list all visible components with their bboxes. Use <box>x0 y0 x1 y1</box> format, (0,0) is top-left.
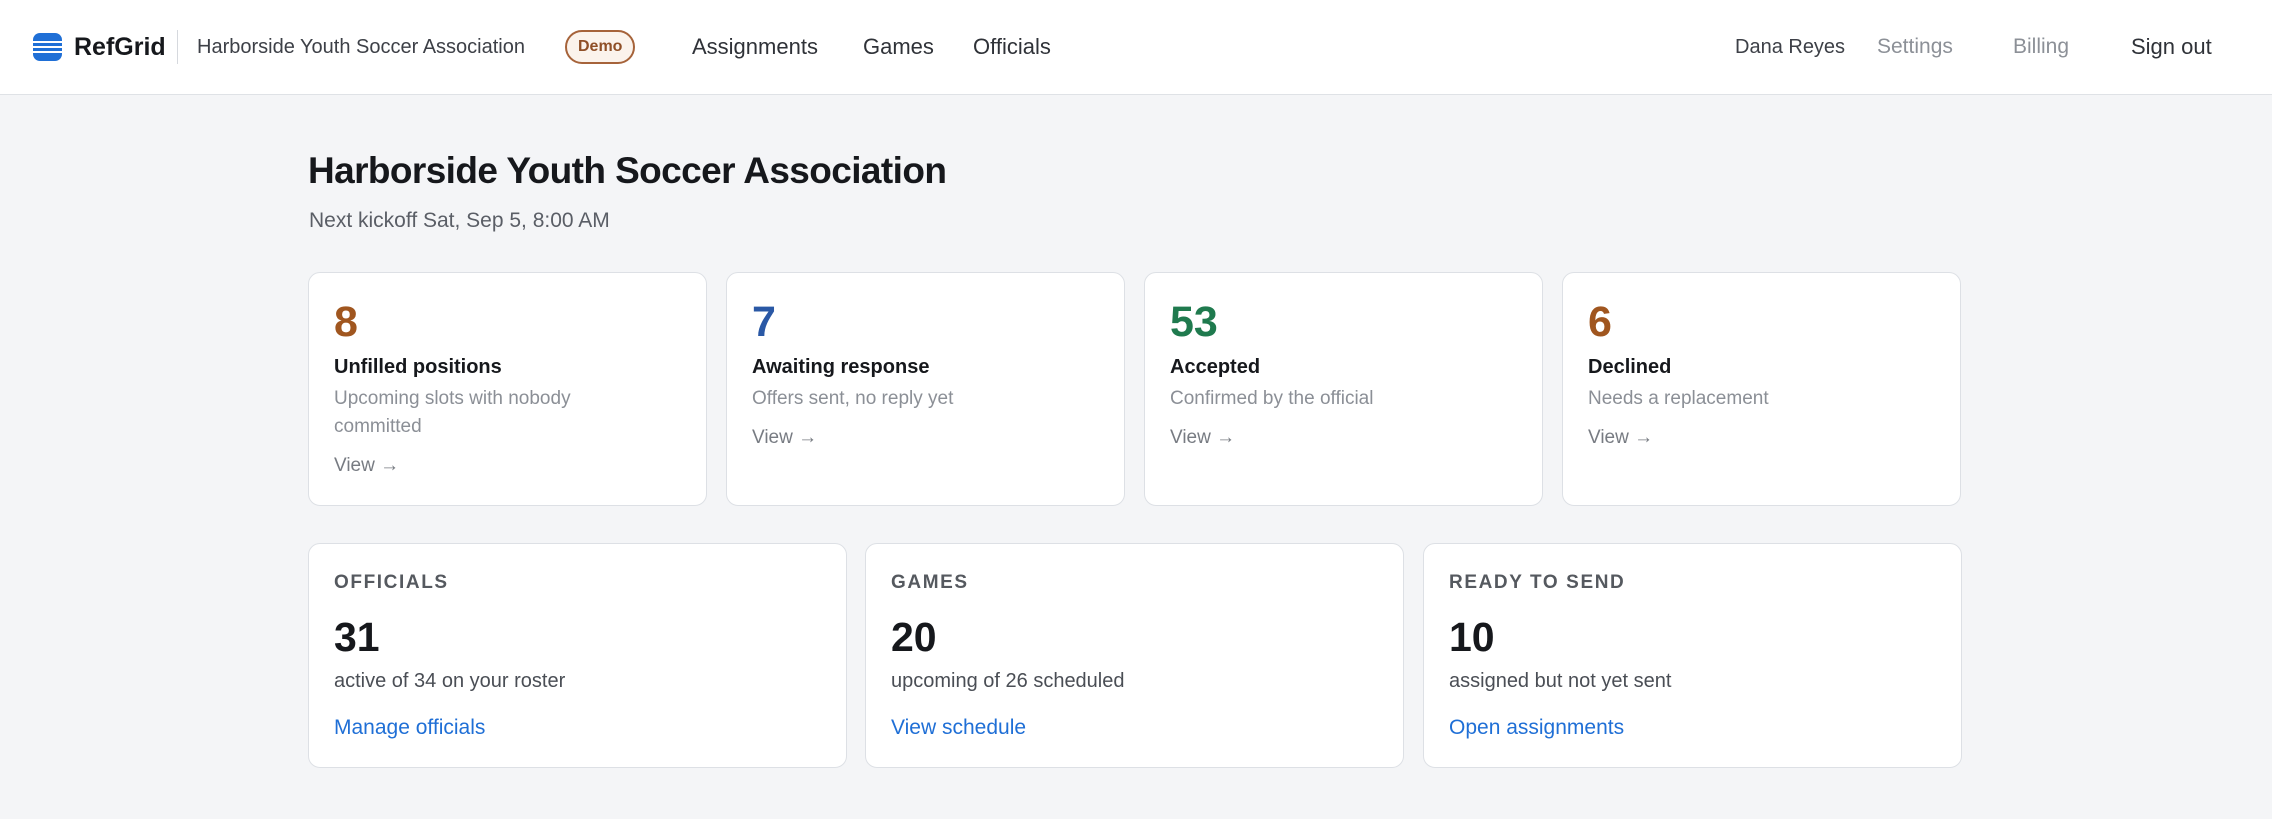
view-declined-link[interactable]: View → <box>1588 425 1653 451</box>
stat-label: Awaiting response <box>752 356 930 378</box>
stat-value: 8 <box>334 298 358 346</box>
summary-description: upcoming of 26 scheduled <box>891 670 1125 692</box>
stat-label: Declined <box>1588 356 1672 378</box>
stat-value: 53 <box>1170 298 1218 346</box>
next-kickoff-text: Next kickoff Sat, Sep 5, 8:00 AM <box>309 209 610 232</box>
top-navigation-bar: RefGrid Harborside Youth Soccer Associat… <box>0 0 2272 95</box>
summary-value: 31 <box>334 614 380 660</box>
stat-label: Accepted <box>1170 356 1261 378</box>
sign-out-button[interactable]: Sign out <box>2131 33 2212 61</box>
stat-description: Offers sent, no reply yet <box>752 388 954 409</box>
stat-description: Upcoming slots with nobody committed <box>334 388 571 437</box>
brand-divider <box>177 30 178 64</box>
view-schedule-link[interactable]: View schedule <box>891 714 1026 742</box>
summary-description: assigned but not yet sent <box>1449 670 1672 692</box>
user-name: Dana Reyes <box>1735 36 1846 58</box>
stat-description: Needs a replacement <box>1588 388 1769 409</box>
stat-card-awaiting: 7 Awaiting response Offers sent, no repl… <box>726 272 1125 506</box>
demo-badge: Demo <box>565 30 636 64</box>
manage-officials-link[interactable]: Manage officials <box>334 714 485 742</box>
nav-officials[interactable]: Officials <box>973 33 1051 61</box>
summary-heading: READY TO SEND <box>1449 572 1626 593</box>
summary-card-officials: OFFICIALS 31 active of 34 on your roster… <box>308 543 847 768</box>
billing-link[interactable]: Billing <box>2013 33 2069 61</box>
stat-description: Confirmed by the official <box>1170 388 1374 409</box>
view-awaiting-link[interactable]: View → <box>752 425 817 451</box>
nav-games[interactable]: Games <box>863 33 934 61</box>
open-assignments-link[interactable]: Open assignments <box>1449 714 1624 742</box>
page-title: Harborside Youth Soccer Association <box>308 150 947 191</box>
organization-name: Harborside Youth Soccer Association <box>197 36 525 58</box>
stat-value: 7 <box>752 298 776 346</box>
stat-card-declined: 6 Declined Needs a replacement View → <box>1562 272 1961 506</box>
stat-card-accepted: 53 Accepted Confirmed by the official Vi… <box>1144 272 1543 506</box>
stat-label: Unfilled positions <box>334 356 502 378</box>
view-accepted-link[interactable]: View → <box>1170 425 1235 451</box>
refgrid-logo-icon[interactable] <box>33 33 62 61</box>
stat-value: 6 <box>1588 298 1612 346</box>
summary-value: 10 <box>1449 614 1495 660</box>
brand-name[interactable]: RefGrid <box>74 31 166 63</box>
summary-value: 20 <box>891 614 937 660</box>
summary-heading: GAMES <box>891 572 969 593</box>
settings-link[interactable]: Settings <box>1877 33 1953 61</box>
summary-heading: OFFICIALS <box>334 572 449 593</box>
summary-card-ready-to-send: READY TO SEND 10 assigned but not yet se… <box>1423 543 1962 768</box>
stat-card-unfilled: 8 Unfilled positions Upcoming slots with… <box>308 272 707 506</box>
summary-card-games: GAMES 20 upcoming of 26 scheduled View s… <box>865 543 1404 768</box>
nav-assignments[interactable]: Assignments <box>692 33 818 61</box>
view-unfilled-link[interactable]: View → <box>334 453 399 479</box>
summary-description: active of 34 on your roster <box>334 670 566 692</box>
